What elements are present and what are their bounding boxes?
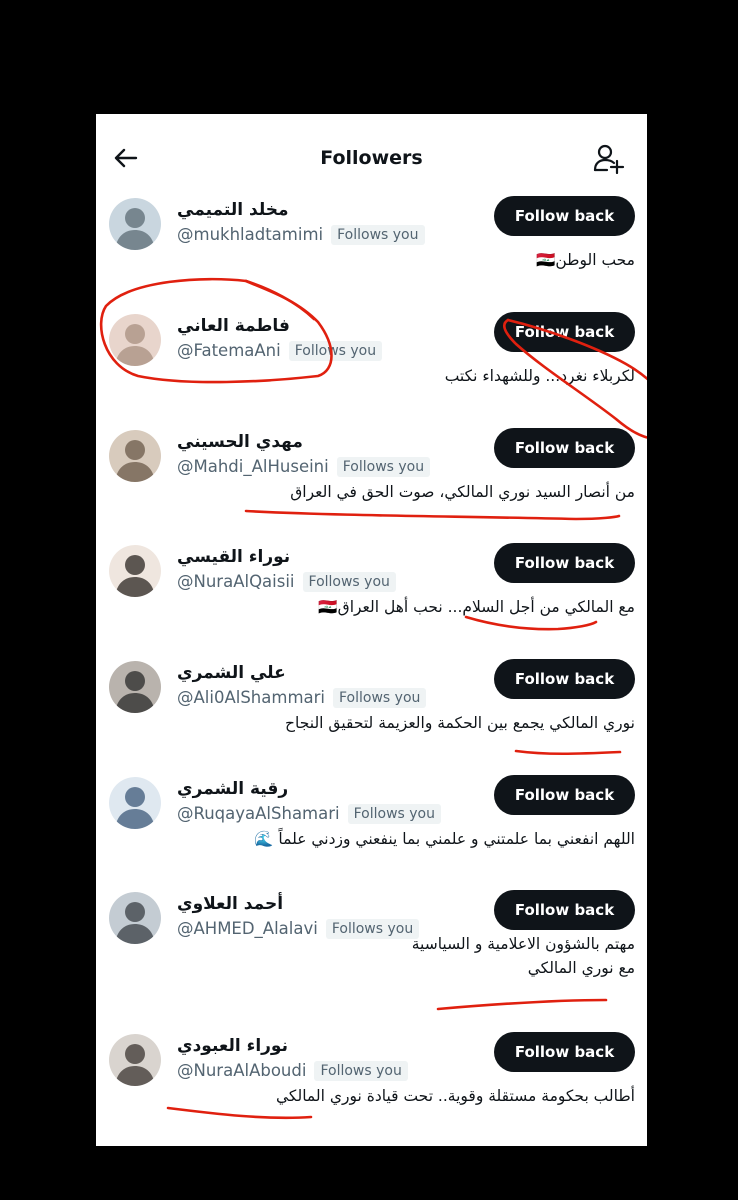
username[interactable]: @FatemaAni [177,340,281,362]
username[interactable]: @Ali0AlShammari [177,687,325,709]
handle-row: @NuraAlAboudi Follows you [177,1060,408,1082]
avatar-image [109,430,161,482]
avatar-image [109,892,161,944]
bio-text: مهتم بالشؤون الاعلامية و السياسية [411,935,635,953]
handle-row: @RuqayaAlShamari Follows you [177,803,441,825]
username[interactable]: @NuraAlAboudi [177,1060,306,1082]
display-name[interactable]: نوراء العبودي [177,1034,288,1058]
follower-item[interactable]: علي الشمري @Ali0AlShammari Follows you F… [96,659,647,775]
follow-back-button[interactable]: Follow back [494,312,635,352]
display-name[interactable]: مهدي الحسيني [177,430,303,454]
add-user-icon [593,144,625,175]
avatar-image [109,661,161,713]
avatar[interactable] [109,777,161,829]
handle-row: @mukhladtamimi Follows you [177,224,425,246]
bio-text: مع المالكي من أجل السلام... نحب أهل العر… [318,598,635,616]
username[interactable]: @RuqayaAlShamari [177,803,340,825]
bio-text: أطالب بحكومة مستقلة وقوية.. تحت قيادة نو… [276,1087,635,1105]
avatar[interactable] [109,430,161,482]
avatar[interactable] [109,198,161,250]
follow-back-button[interactable]: Follow back [494,890,635,930]
display-name[interactable]: مخلد التميمي [177,198,289,222]
follower-item[interactable]: نوراء العبودي @NuraAlAboudi Follows you … [96,1032,647,1146]
follower-item[interactable]: فاطمة العاني @FatemaAni Follows you Foll… [96,312,647,428]
top-bar: Followers [96,114,647,202]
username[interactable]: @mukhladtamimi [177,224,323,246]
follow-back-button[interactable]: Follow back [494,659,635,699]
follower-item[interactable]: مهدي الحسيني @Mahdi_AlHuseini Follows yo… [96,428,647,544]
follower-item[interactable]: نوراء القيسي @NuraAlQaisii Follows you F… [96,543,647,659]
follows-you-badge: Follows you [314,1061,408,1081]
follow-back-button[interactable]: Follow back [494,543,635,583]
add-user-button[interactable] [593,142,625,175]
bio-text: محب الوطن🇮🇶 [536,251,635,269]
page-title: Followers [320,147,423,169]
username[interactable]: @AHMED_Alalavi [177,918,318,940]
avatar[interactable] [109,314,161,366]
follower-item[interactable]: رقية الشمري @RuqayaAlShamari Follows you… [96,775,647,891]
followers-screen: Followers مخلد التميمي @mukhladtamimi Fo… [96,114,647,1146]
bio-text: اللهم انفعني بما علمتني و علمني بما ينفع… [254,830,635,848]
follow-back-button[interactable]: Follow back [494,1032,635,1072]
avatar-image [109,314,161,366]
handle-row: @Mahdi_AlHuseini Follows you [177,456,431,478]
display-name[interactable]: علي الشمري [177,661,286,685]
bio-text: مع نوري المالكي [527,959,635,977]
username[interactable]: @NuraAlQaisii [177,571,295,593]
avatar[interactable] [109,545,161,597]
avatar-image [109,1034,161,1086]
avatar-image [109,777,161,829]
username[interactable]: @Mahdi_AlHuseini [177,456,329,478]
follow-back-button[interactable]: Follow back [494,196,635,236]
follows-you-badge: Follows you [336,457,431,477]
handle-row: @NuraAlQaisii Follows you [177,571,396,593]
avatar[interactable] [109,661,161,713]
bio-text: نوري المالكي يجمع بين الحكمة والعزيمة لت… [285,714,635,732]
follows-you-badge: Follows you [325,919,420,939]
avatar-image [109,198,161,250]
follower-item[interactable]: أحمد العلاوي @AHMED_Alalavi Follows you … [96,890,647,1006]
follows-you-badge: Follows you [333,688,427,708]
handle-row: @Ali0AlShammari Follows you [177,687,427,709]
display-name[interactable]: أحمد العلاوي [177,892,283,916]
follow-back-button[interactable]: Follow back [494,775,635,815]
follower-item[interactable]: مخلد التميمي @mukhladtamimi Follows you … [96,196,647,312]
display-name[interactable]: فاطمة العاني [177,314,290,338]
avatar[interactable] [109,1034,161,1086]
follow-back-button[interactable]: Follow back [494,428,635,468]
display-name[interactable]: رقية الشمري [177,777,288,801]
handle-row: @FatemaAni Follows you [177,340,383,362]
avatar[interactable] [109,892,161,944]
bio-text: من أنصار السيد نوري المالكي، صوت الحق في… [290,483,635,501]
follows-you-badge: Follows you [347,804,441,824]
handle-row: @AHMED_Alalavi Follows you [177,918,420,940]
follows-you-badge: Follows you [288,341,383,361]
follows-you-badge: Follows you [302,572,396,592]
avatar-image [109,545,161,597]
display-name[interactable]: نوراء القيسي [177,545,290,569]
follows-you-badge: Follows you [331,225,425,245]
bio-text: لكربلاء نغرد... وللشهداء نكتب [444,367,635,385]
